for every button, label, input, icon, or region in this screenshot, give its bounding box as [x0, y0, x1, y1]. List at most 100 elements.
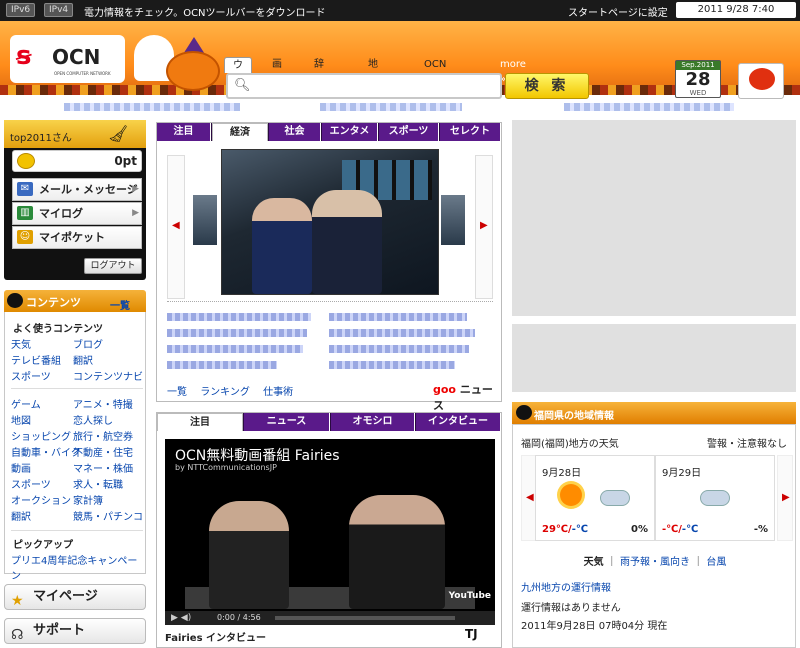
- user-header: top2011さん 🧹︎: [4, 120, 146, 148]
- news-tab-entertainment[interactable]: エンタメ: [322, 123, 378, 141]
- tab-map[interactable]: 地図: [360, 57, 386, 85]
- goo-news-logo[interactable]: goo ニュース: [433, 381, 501, 413]
- tab-ocn-support[interactable]: OCNサポート: [416, 57, 454, 100]
- mypage-button[interactable]: ★ マイページ: [4, 584, 146, 610]
- category-link[interactable]: 動画: [11, 460, 31, 475]
- weather-day-card[interactable]: 9月28日 29℃/-℃ 0%: [535, 455, 655, 541]
- play-icon[interactable]: ▶ ◀): [171, 613, 191, 623]
- category-link[interactable]: 恋人探し: [73, 412, 113, 427]
- category-link[interactable]: 競馬・パチンコ: [73, 508, 143, 523]
- toolbar-download-link[interactable]: 電力情報をチェック。OCNツールバーをダウンロード: [84, 4, 326, 19]
- news-headline[interactable]: [167, 329, 307, 337]
- tab-web[interactable]: ウェブ: [224, 57, 252, 101]
- news-headline[interactable]: [329, 313, 467, 321]
- video-tab-interview[interactable]: インタビュー: [416, 413, 501, 431]
- category-link[interactable]: マネー・株価: [73, 460, 133, 475]
- news-list-link[interactable]: 一覧: [167, 387, 187, 398]
- weather-next-button[interactable]: ▶: [777, 455, 793, 541]
- content-link[interactable]: 天気: [11, 336, 31, 351]
- category-link[interactable]: ゲーム: [11, 396, 41, 411]
- local-info-header: 福岡県の地域情報: [512, 402, 796, 424]
- video-tab-fun[interactable]: オモシロ: [331, 413, 415, 431]
- ad-placeholder-large[interactable]: [512, 120, 796, 316]
- star-icon: ★: [11, 593, 24, 609]
- ipv4-button[interactable]: IPv4: [44, 3, 74, 17]
- category-link[interactable]: オークション: [11, 492, 71, 507]
- news-tab-featured[interactable]: 注目: [157, 123, 211, 141]
- category-link[interactable]: 不動産・住宅: [73, 444, 133, 459]
- video-tab-featured[interactable]: 注目: [157, 413, 243, 431]
- video-seek-bar[interactable]: [275, 616, 455, 620]
- category-link[interactable]: 家計簿: [73, 492, 103, 507]
- news-tab-economy[interactable]: 経済: [212, 123, 268, 141]
- weather-day-card[interactable]: 9月29日 -℃/-℃ -%: [655, 455, 775, 541]
- tab-more[interactable]: more »: [492, 57, 534, 85]
- logout-button[interactable]: ログアウト: [84, 258, 142, 274]
- news-tab-select[interactable]: セレクト: [440, 123, 501, 141]
- news-thumbnail-next[interactable]: [441, 195, 465, 245]
- news-prev-button[interactable]: ◀: [167, 155, 185, 299]
- ad-text-2[interactable]: [320, 103, 462, 111]
- set-start-page-link[interactable]: スタートページに設定: [568, 4, 668, 19]
- news-headline[interactable]: [167, 345, 303, 353]
- menu-mypocket[interactable]: ☺ マイポケット: [12, 226, 142, 249]
- tab-dictionary[interactable]: 辞書: [306, 57, 332, 85]
- news-ranking-link[interactable]: ランキング: [200, 387, 250, 398]
- video-caption[interactable]: Fairies インタビュー: [165, 629, 266, 644]
- news-tab-society[interactable]: 社会: [269, 123, 321, 141]
- menu-mail-message[interactable]: ✉ メール・メッセージ ▶: [12, 178, 142, 201]
- contents-list-link[interactable]: 一覧: [110, 297, 130, 312]
- header-banner: ꞩ OCN OPEN COMPUTER NETWORK ウェブ 画像 辞書 地図…: [0, 21, 800, 101]
- news-work-link[interactable]: 仕事術: [263, 387, 293, 398]
- search-input[interactable]: 🔍︎: [226, 73, 502, 99]
- arrow-left-icon: ◀: [526, 492, 534, 503]
- content-link[interactable]: テレビ番組: [11, 352, 61, 367]
- pickup-link[interactable]: プリエ4周年記念キャンペーン: [11, 552, 145, 582]
- ad-placeholder-small[interactable]: [512, 324, 796, 392]
- mascot-icon[interactable]: [738, 63, 784, 99]
- category-link[interactable]: 求人・転職: [73, 476, 123, 491]
- news-headline[interactable]: [167, 361, 277, 369]
- category-link[interactable]: 翻訳: [11, 508, 31, 523]
- weather-link[interactable]: 天気: [584, 557, 604, 568]
- category-link[interactable]: 地図: [11, 412, 31, 427]
- ad-text-3[interactable]: [564, 103, 734, 111]
- category-link[interactable]: アニメ・特撮: [73, 396, 133, 411]
- content-link[interactable]: コンテンツナビ: [73, 368, 143, 383]
- rain-forecast-link[interactable]: 雨予報・風向き: [620, 557, 690, 568]
- ad-text-1[interactable]: [64, 103, 240, 111]
- menu-mylog[interactable]: ▥ マイログ ▶: [12, 202, 142, 225]
- category-link[interactable]: 自動車・バイク: [11, 444, 81, 459]
- weather-alert[interactable]: 警報・注意報なし: [707, 435, 787, 450]
- witch-icon: 🧹︎: [108, 124, 129, 143]
- news-thumbnail-prev[interactable]: [193, 195, 217, 245]
- video-tab-news[interactable]: ニュース: [244, 413, 330, 431]
- rail-info-title[interactable]: 九州地方の運行情報: [521, 579, 611, 594]
- ipv6-button[interactable]: IPv6: [6, 3, 36, 17]
- video-player[interactable]: OCN無料動画番組 Fairies by NTTCommunicationsJP…: [165, 439, 495, 625]
- category-link[interactable]: スポーツ: [11, 476, 51, 491]
- weather-title[interactable]: 福岡(福岡)地方の天気: [521, 435, 619, 450]
- news-headline[interactable]: [167, 313, 311, 321]
- typhoon-link[interactable]: 台風: [706, 557, 726, 568]
- news-tab-sports[interactable]: スポーツ: [379, 123, 439, 141]
- news-headline[interactable]: [329, 329, 475, 337]
- points-display[interactable]: 0pt: [12, 150, 142, 172]
- content-link[interactable]: スポーツ: [11, 368, 51, 383]
- news-headline[interactable]: [329, 345, 469, 353]
- news-headline[interactable]: [329, 361, 455, 369]
- ocn-logo-mark-icon: ꞩ: [16, 41, 32, 71]
- category-link[interactable]: ショッピング: [11, 428, 71, 443]
- tab-images[interactable]: 画像: [264, 57, 290, 85]
- support-button[interactable]: ☊ サポート: [4, 618, 146, 644]
- news-photo[interactable]: [221, 149, 439, 295]
- weather-pop: 0%: [631, 524, 648, 535]
- arrow-right-icon: ▶: [480, 220, 488, 231]
- content-link[interactable]: ブログ: [73, 336, 103, 351]
- category-link[interactable]: 旅行・航空券: [73, 428, 133, 443]
- search-button[interactable]: 検 索: [505, 73, 589, 99]
- youtube-logo[interactable]: YouTube: [449, 591, 491, 601]
- ocn-logo[interactable]: ꞩ OCN OPEN COMPUTER NETWORK: [10, 35, 125, 83]
- news-next-button[interactable]: ▶: [475, 155, 493, 299]
- content-link[interactable]: 翻訳: [73, 352, 93, 367]
